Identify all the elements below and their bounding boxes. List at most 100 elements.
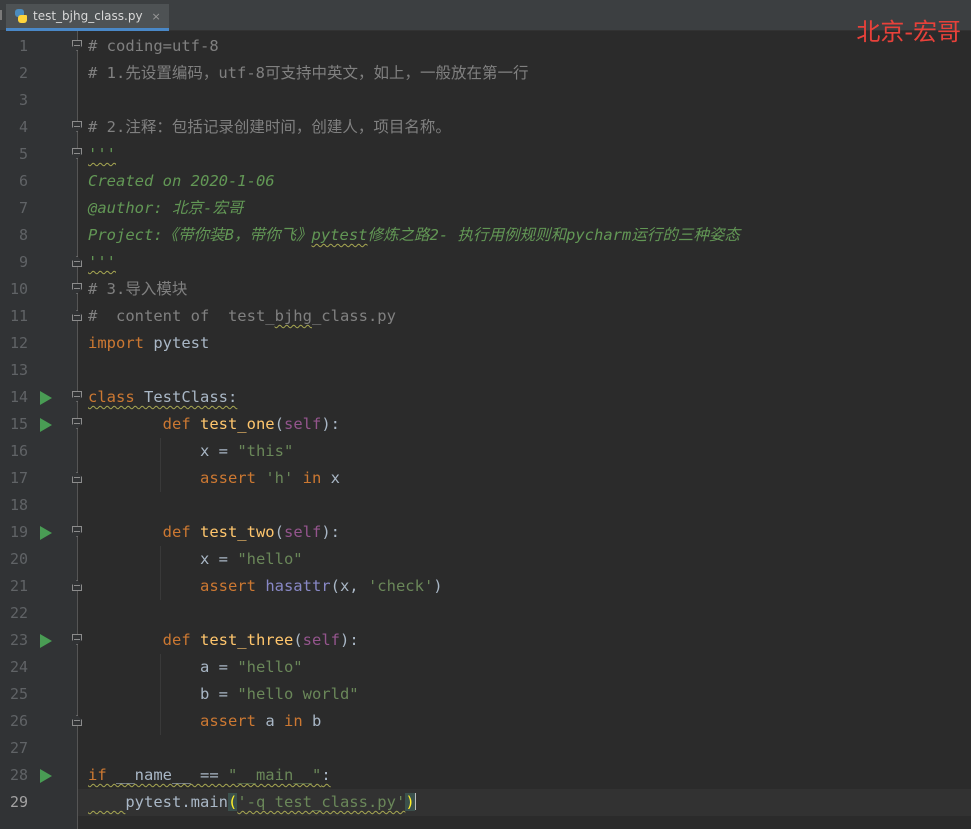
code-token-kw: assert: [199, 469, 266, 487]
fold-end-icon[interactable]: [72, 256, 82, 267]
fold-end-icon[interactable]: [72, 310, 82, 321]
code-line-19[interactable]: 19 def test_two(self):: [0, 519, 971, 546]
run-test-icon[interactable]: [40, 769, 52, 783]
code-token-doc: 修炼之路2- 执行用例规则和pycharm运行的三种姿态: [367, 226, 740, 244]
code-line-2[interactable]: 2 # 1.先设置编码，utf-8可支持中英文，如上，一般放在第一行: [0, 60, 971, 87]
line-number: 12: [9, 334, 28, 352]
code-line-7[interactable]: 7 @author: 北京-宏哥: [0, 195, 971, 222]
code-text: def test_three(self):: [88, 627, 359, 654]
code-token-kw: if: [88, 766, 116, 784]
code-line-24[interactable]: 24 a = "hello": [0, 654, 971, 681]
code-line-29[interactable]: 29 pytest.main('-q test_class.py'): [0, 789, 971, 816]
code-token-kw: def: [162, 631, 200, 649]
code-token-fn: test_one: [199, 415, 275, 433]
line-number: 22: [9, 604, 28, 622]
code-text: @author: 北京-宏哥: [88, 195, 243, 222]
code-token-builtin: hasattr: [265, 577, 331, 595]
code-text: def test_one(self):: [88, 411, 340, 438]
fold-end-icon[interactable]: [72, 715, 82, 726]
code-line-3[interactable]: 3: [0, 87, 971, 114]
fold-end-icon[interactable]: [72, 472, 82, 483]
code-token-str: "this": [237, 442, 294, 460]
code-text: # 1.先设置编码，utf-8可支持中英文，如上，一般放在第一行: [88, 60, 529, 87]
code-line-11[interactable]: 11 # content of test_bjhg_class.py: [0, 303, 971, 330]
code-line-22[interactable]: 22: [0, 600, 971, 627]
code-token-fn: test_three: [199, 631, 294, 649]
fold-end-icon[interactable]: [72, 580, 82, 591]
code-line-9[interactable]: 9 ''': [0, 249, 971, 276]
code-token-self: self: [283, 523, 322, 541]
code-token-kw: in: [283, 712, 312, 730]
code-line-13[interactable]: 13: [0, 357, 971, 384]
code-token-plain: pytest.main: [125, 793, 228, 811]
code-token-comment: # coding=utf-8: [88, 37, 219, 55]
line-number: 11: [9, 307, 28, 325]
code-line-21[interactable]: 21 assert hasattr(x, 'check'): [0, 573, 971, 600]
code-token-plain: :: [321, 766, 331, 784]
code-token-plain: ): [433, 577, 443, 595]
fold-collapse-icon[interactable]: [72, 148, 82, 159]
run-test-icon[interactable]: [40, 418, 52, 432]
fold-collapse-icon[interactable]: [72, 634, 82, 645]
code-token-comment: # content of test_: [88, 307, 275, 325]
code-line-26[interactable]: 26 assert a in b: [0, 708, 971, 735]
fold-collapse-icon[interactable]: [72, 418, 82, 429]
line-number: 24: [9, 658, 28, 676]
line-number: 4: [18, 118, 28, 136]
code-editor[interactable]: 1 # coding=utf-8 2 # 1.先设置编码，utf-8可支持中英文，如上…: [0, 31, 971, 829]
line-number: 10: [9, 280, 28, 298]
code-line-23[interactable]: 23 def test_three(self):: [0, 627, 971, 654]
code-token-doc: Created on 2020-1-06: [88, 172, 275, 190]
code-line-5[interactable]: 5 ''': [0, 141, 971, 168]
code-token-plain: b: [311, 712, 322, 730]
fold-collapse-icon[interactable]: [72, 40, 82, 51]
line-number: 28: [9, 766, 28, 784]
line-number: 21: [9, 577, 28, 595]
code-token-comment: # 1.先设置编码，utf-8可支持中英文，如上，一般放在第一行: [88, 64, 529, 82]
code-token-paren: ): [405, 793, 415, 811]
line-number: 1: [18, 37, 28, 55]
editor-tab-test-bjhg-class[interactable]: test_bjhg_class.py ×: [6, 4, 169, 31]
code-line-15[interactable]: 15 def test_one(self):: [0, 411, 971, 438]
tab-filename: test_bjhg_class.py: [33, 9, 143, 23]
line-number: 17: [9, 469, 28, 487]
code-line-20[interactable]: 20 x = "hello": [0, 546, 971, 573]
line-number: 6: [18, 172, 28, 190]
line-number: 5: [18, 145, 28, 163]
code-line-27[interactable]: 27: [0, 735, 971, 762]
fold-collapse-icon[interactable]: [72, 283, 82, 294]
code-line-25[interactable]: 25 b = "hello world": [0, 681, 971, 708]
run-test-icon[interactable]: [40, 634, 52, 648]
close-icon[interactable]: ×: [152, 10, 161, 23]
fold-collapse-icon[interactable]: [72, 391, 82, 402]
code-line-6[interactable]: 6 Created on 2020-1-06: [0, 168, 971, 195]
code-line-4[interactable]: 4 # 2.注释：包括记录创建时间，创建人，项目名称。: [0, 114, 971, 141]
line-number: 2: [18, 64, 28, 82]
code-line-14[interactable]: 14 class TestClass:: [0, 384, 971, 411]
code-text: # 3.导入模块: [88, 276, 187, 303]
code-token-paren: (: [227, 793, 238, 811]
run-test-icon[interactable]: [40, 526, 52, 540]
code-line-17[interactable]: 17 assert 'h' in x: [0, 465, 971, 492]
fold-collapse-icon[interactable]: [72, 121, 82, 132]
code-line-16[interactable]: 16 x = "this": [0, 438, 971, 465]
code-line-18[interactable]: 18: [0, 492, 971, 519]
code-text: # coding=utf-8: [88, 33, 219, 60]
code-line-8[interactable]: 8 Project:《带你装B，带你飞》pytest修炼之路2- 执行用例规则和p…: [0, 222, 971, 249]
code-token-doc: pytest: [311, 226, 368, 244]
line-number: 8: [18, 226, 28, 244]
code-line-10[interactable]: 10 # 3.导入模块: [0, 276, 971, 303]
fold-collapse-icon[interactable]: [72, 526, 82, 537]
code-line-1[interactable]: 1 # coding=utf-8: [0, 33, 971, 60]
code-text: # content of test_bjhg_class.py: [88, 303, 396, 330]
code-line-28[interactable]: 28 if __name__ == "__main__":: [0, 762, 971, 789]
run-test-icon[interactable]: [40, 391, 52, 405]
code-text: class TestClass:: [88, 384, 237, 411]
code-token-plain: __name__ ==: [116, 766, 228, 784]
code-token-comment: _class.py: [311, 307, 396, 325]
code-token-doc: Project:《带你装B，带你飞》: [88, 226, 312, 244]
code-line-12[interactable]: 12 import pytest: [0, 330, 971, 357]
